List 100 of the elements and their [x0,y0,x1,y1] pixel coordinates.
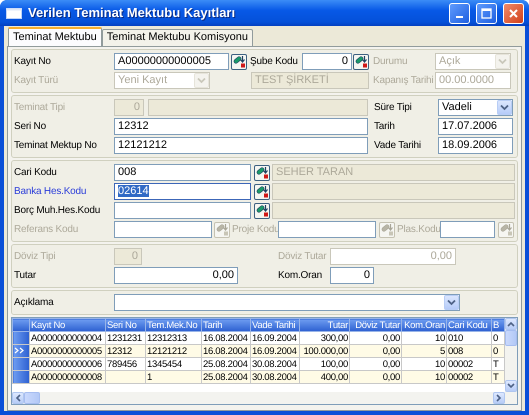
field-label: Banka Hes.Kodu [14,185,88,199]
chevron-down-icon [507,383,515,389]
vertical-scrollbar[interactable] [505,318,517,404]
readonly-field: 0 [114,99,144,116]
input-field[interactable]: 0,00 [114,267,238,284]
maximize-icon [481,8,492,18]
input-field[interactable] [278,221,376,238]
input-field[interactable]: 12312 [114,118,368,135]
scroll-left-button[interactable] [12,392,24,404]
field-label: Kayıt Türü [14,74,59,88]
table-cell: 400,00 [300,370,350,384]
readonly-field: TEST ŞİRKETİ [251,72,369,89]
chain-icon [256,185,268,198]
field-label: Kom.Oran [278,269,323,283]
scroll-thumb[interactable] [24,392,40,404]
input-field[interactable]: 17.07.2006 [438,118,513,135]
dropdown-button[interactable] [497,100,512,115]
column-header[interactable]: Kayıt No [30,318,106,332]
field-label: Plas.Kodu [397,223,440,237]
table-cell: 25.08.2004 [202,370,250,384]
input-field[interactable]: A00000000000005 [114,53,229,70]
lookup-button[interactable] [254,164,270,180]
chain-icon [380,223,394,236]
column-header[interactable]: Kom.Oran [402,318,446,332]
column-header[interactable]: Vade Tarihi [250,318,300,332]
minimize-icon [456,16,463,18]
chain-icon [256,166,268,179]
lookup-button[interactable] [353,54,369,70]
field-label: Açıklama [14,296,55,310]
table-cell: 0,00 [350,344,402,358]
table-cell: 0,00 [350,370,402,384]
tab[interactable]: Teminat Mektubu Komisyonu [102,29,253,46]
tab[interactable]: Teminat Mektubu [8,27,102,46]
input-field[interactable] [114,221,212,238]
close-button[interactable] [503,2,524,24]
column-header[interactable]: Tem.Mek.No [146,318,202,332]
table-cell: 16.09.2004 [250,344,300,358]
column-header[interactable]: Tarih [202,318,250,332]
field-label: Tutar [14,269,37,283]
chain-icon [216,223,228,236]
table-cell: 008 [446,344,492,358]
table-cell: A0000000000005 [30,344,106,358]
dropdown-field[interactable]: Vadeli [438,99,513,116]
chevron-up-icon [507,321,515,327]
column-header[interactable]: Tutar [300,318,350,332]
scroll-right-button[interactable] [493,392,505,404]
window-icon [6,8,22,18]
chain-icon [232,55,246,68]
chevron-left-icon [15,394,21,402]
dropdown-button[interactable] [444,295,459,310]
input-field[interactable]: 12121212 [114,137,368,154]
table-cell: 1 [146,370,202,384]
readonly-field: SEHER TARAN [272,164,515,181]
scroll-down-button[interactable] [505,380,517,392]
lookup-button[interactable] [254,202,270,218]
horizontal-scrollbar[interactable] [12,392,505,404]
lookup-button[interactable] [254,184,270,200]
field-label: Borç Muh.Hes.Kodu [14,204,102,218]
input-field[interactable]: 02614 [114,183,251,200]
column-header[interactable]: Seri No [106,318,146,332]
input-field[interactable]: 0 [330,267,374,284]
row-selector[interactable] [12,358,30,370]
row-selector[interactable] [12,344,30,358]
table-cell: 10 [402,370,446,384]
column-header[interactable]: B [492,318,504,332]
input-field[interactable]: 0 [302,53,352,70]
chevron-down-icon [197,77,206,84]
table-cell: 00002 [446,370,492,384]
table-cell: 5 [402,344,446,358]
input-field[interactable] [440,221,495,238]
minimize-button[interactable] [449,2,470,24]
field-label: Referans Kodu [14,223,80,237]
window-title: Verilen Teminat Mektubu Kayıtları [28,4,236,22]
row-selector[interactable] [12,370,30,384]
table-cell: 30.08.2004 [250,370,300,384]
table-cell: 12121212 [146,344,202,358]
chain-icon [256,204,268,217]
input-field[interactable] [114,202,251,219]
row-selector[interactable] [12,332,30,344]
readonly-field: 0 [114,248,142,265]
column-header[interactable]: Döviz Tutar [350,318,402,332]
field-label: Şube Kodu [250,55,299,69]
chevron-down-icon [447,299,456,306]
chevron-down-icon [498,58,507,65]
table-cell: 12312 [106,344,146,358]
column-header[interactable]: Cari Kodu [446,318,492,332]
field-label: Kapanış Tarihi [373,74,434,88]
field-label: Cari Kodu [14,166,58,180]
chevron-right-icon [496,394,502,402]
current-row-icon [14,347,25,354]
field-label: Vade Tarihi [374,139,422,153]
chain-icon [354,55,368,68]
scroll-thumb[interactable] [505,330,517,346]
maximize-button[interactable] [476,2,497,24]
scroll-up-button[interactable] [505,318,517,330]
input-field[interactable]: 008 [114,164,251,181]
lookup-button[interactable] [231,54,247,70]
input-field[interactable]: 18.09.2006 [438,137,513,154]
chevron-down-icon [500,104,509,111]
dropdown-field[interactable] [114,294,460,311]
